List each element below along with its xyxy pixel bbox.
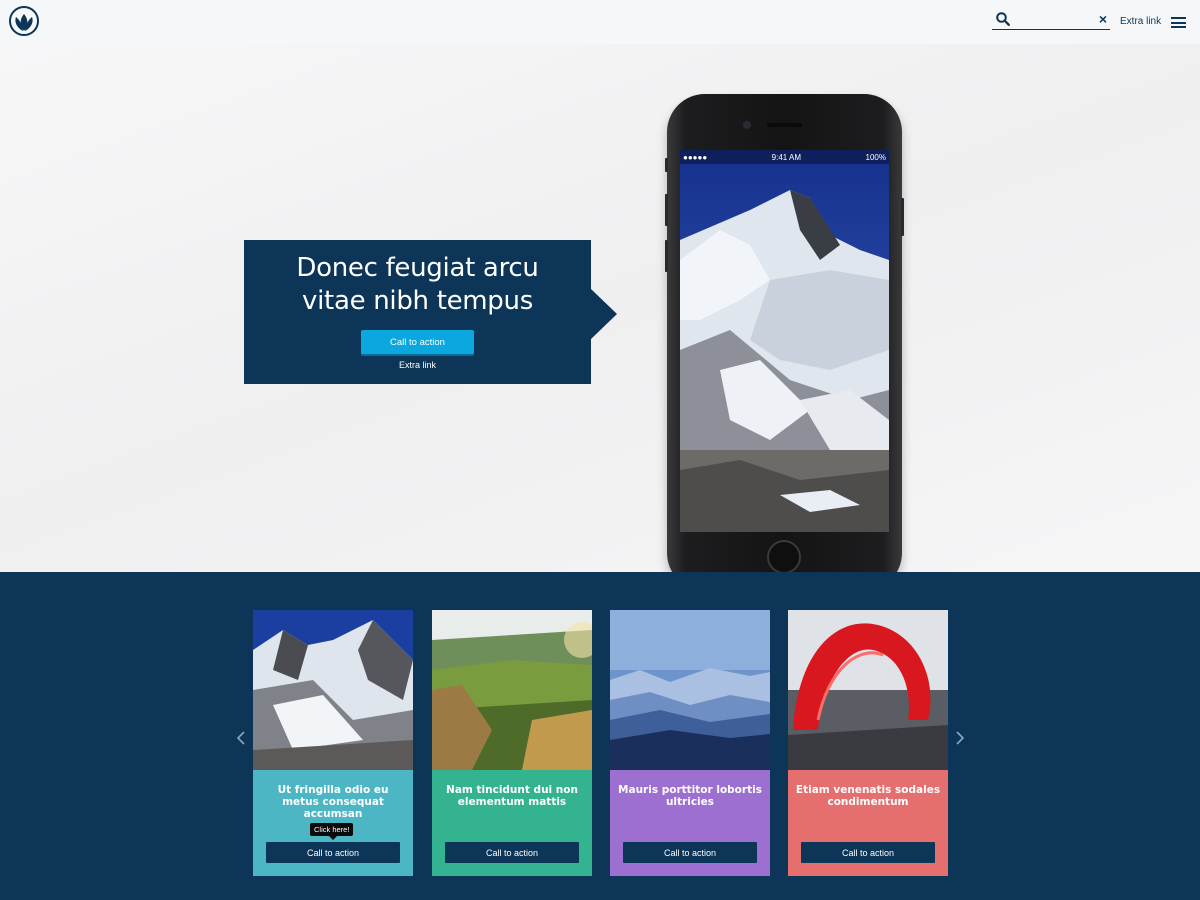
phone-mockup: ●●●●● 9:41 AM 100% xyxy=(665,94,904,591)
card-title: Ut fringilla odio eu metus consequat acc… xyxy=(277,784,389,820)
phone-power-button xyxy=(901,198,904,236)
logo-icon xyxy=(15,14,33,31)
hero-extra-link[interactable]: Extra link xyxy=(399,360,436,370)
card-cta-button[interactable]: Call to action xyxy=(445,842,579,863)
phone-carrier-signal: ●●●●● xyxy=(683,152,708,162)
card-title: Etiam venenatis sodales condimentum xyxy=(795,784,941,808)
phone-mute-switch xyxy=(665,158,668,172)
search-icon[interactable] xyxy=(996,12,1010,26)
card-mountain[interactable]: Ut fringilla odio eu metus consequat acc… xyxy=(253,610,413,876)
chevron-right-icon[interactable] xyxy=(955,730,965,751)
card-title: Mauris porttitor lobortis ultricies xyxy=(618,784,762,808)
hero-headline: Donec feugiat arcu vitae nibh tempus xyxy=(244,240,591,318)
logo[interactable] xyxy=(9,6,39,36)
card-cta-button[interactable]: Call to action xyxy=(266,842,400,863)
card-image-valley xyxy=(432,610,592,770)
hero-section: Donec feugiat arcu vitae nibh tempus Cal… xyxy=(0,44,1200,591)
card-lava[interactable]: Etiam venenatis sodales condimentum Call… xyxy=(788,610,948,876)
search-input[interactable] xyxy=(1016,10,1090,28)
phone-time: 9:41 AM xyxy=(771,152,802,162)
phone-camera xyxy=(743,121,751,129)
hamburger-menu-icon[interactable] xyxy=(1171,17,1186,28)
clear-search-icon[interactable]: × xyxy=(1099,10,1107,28)
phone-home-button xyxy=(767,540,801,574)
card-title: Nam tincidunt dui non elementum mattis xyxy=(446,784,578,808)
hero-headline-line2: vitae nibh tempus xyxy=(302,286,533,316)
hero-headline-line1: Donec feugiat arcu xyxy=(296,253,539,283)
card-cta-button[interactable]: Call to action xyxy=(801,842,935,863)
phone-volume-up xyxy=(665,194,668,226)
phone-volume-down xyxy=(665,240,668,272)
tooltip: Click here! xyxy=(310,823,354,840)
header-extra-link[interactable]: Extra link xyxy=(1120,16,1161,27)
card-image-mountain xyxy=(253,610,413,770)
hero-callout: Donec feugiat arcu vitae nibh tempus Cal… xyxy=(244,240,617,384)
card-misty-hills[interactable]: Mauris porttitor lobortis ultricies Call… xyxy=(610,610,770,876)
chevron-left-icon[interactable] xyxy=(236,730,246,751)
card-cta-button[interactable]: Call to action xyxy=(623,842,757,863)
hero-cta-button[interactable]: Call to action xyxy=(361,330,474,354)
card-image-misty-hills xyxy=(610,610,770,770)
card-image-lava xyxy=(788,610,948,770)
card-valley[interactable]: Nam tincidunt dui non elementum mattis C… xyxy=(432,610,592,876)
phone-screen-mountain-image: ●●●●● 9:41 AM 100% xyxy=(680,150,889,532)
phone-battery: 100% xyxy=(865,152,886,162)
search-box: × xyxy=(992,10,1110,30)
phone-status-bar: ●●●●● 9:41 AM 100% xyxy=(680,150,889,164)
phone-speaker xyxy=(767,123,802,127)
mountain-illustration xyxy=(680,150,889,532)
card-carousel: Ut fringilla odio eu metus consequat acc… xyxy=(0,572,1200,900)
site-header: × Extra link xyxy=(0,0,1200,44)
